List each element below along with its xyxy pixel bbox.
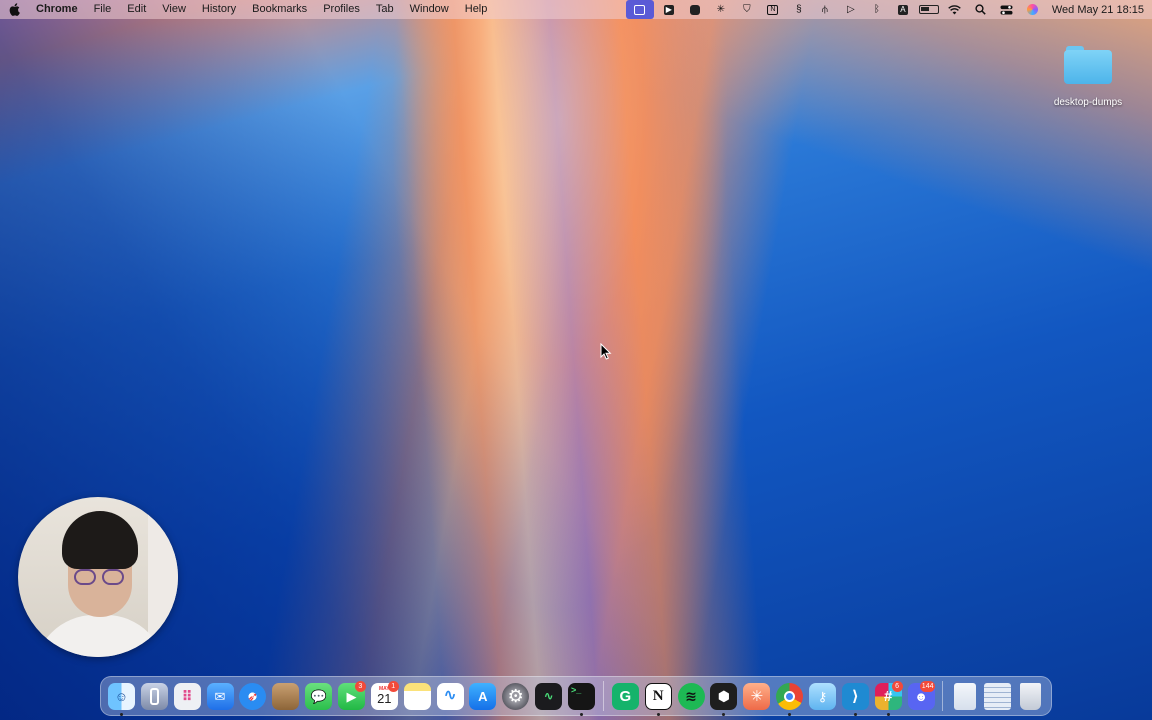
menu-edit[interactable]: Edit [119,0,154,19]
menu-file[interactable]: File [86,0,120,19]
folder-label[interactable]: desktop-dumps [1046,97,1130,108]
dock-separator [602,681,604,711]
dock-keychain[interactable]: ⚷ [806,680,839,713]
freeform-icon: ∿ [436,682,464,710]
grammarly-icon[interactable]: § [786,0,812,19]
dock: ☺ ⠿ ✉ ➶ 💬 ▶ 3 MAY 21 1 ∿ A ⚙ ∿ >_ G N ≋ … [100,676,1052,716]
facetime-badge: 3 [354,680,366,692]
dock-grammarly[interactable]: G [609,680,642,713]
mail-icon: ✉ [206,682,234,710]
folder-icon[interactable] [1064,46,1112,84]
safari-icon: ➶ [239,682,267,710]
dock-system-settings[interactable]: ⚙ [499,680,532,713]
notion-icon[interactable]: N [760,0,786,19]
gear-icon: ⚙ [502,682,530,710]
dock-discord[interactable]: ☻ 144 [905,680,938,713]
brown-app-icon [272,682,300,710]
dock-notion[interactable]: N [642,680,675,716]
menu-app-name[interactable]: Chrome [28,0,86,19]
dock-brown-app[interactable] [269,680,302,713]
vscode-icon: ⟩ [841,682,869,710]
split-icon[interactable]: ⫛ [812,0,838,19]
menu-tab[interactable]: Tab [368,0,402,19]
mouse-cursor-icon [600,343,612,360]
play-icon[interactable]: ▷ [838,0,864,19]
dock-facetime[interactable]: ▶ 3 [335,680,368,713]
menu-history[interactable]: History [194,0,244,19]
grammarly-icon: G [611,682,639,710]
spotlight-icon[interactable] [968,0,994,19]
cursor-app-icon: ⬢ [710,682,738,710]
dock-finder[interactable]: ☺ [105,680,138,716]
app-store-icon: A [469,682,497,710]
dock-perplexity[interactable]: ✳ [740,680,773,713]
menu-view[interactable]: View [154,0,194,19]
trash-icon [1020,682,1042,710]
menu-clock[interactable]: Wed May 21 18:15 [1046,4,1152,16]
battery-icon[interactable] [916,0,942,19]
chrome-icon [776,682,804,710]
slack-badge: 6 [891,680,903,692]
discord-badge: 144 [919,680,936,692]
dock-launchpad[interactable]: ⠿ [171,680,204,713]
dock-spotify[interactable]: ≋ [675,680,708,713]
perplexity-icon[interactable]: ✳ [708,0,734,19]
siri-icon[interactable] [1020,0,1046,19]
dock-trash[interactable] [1014,680,1047,713]
desktop-folder[interactable]: desktop-dumps [1046,46,1130,108]
dock-activity-monitor[interactable]: ∿ [532,680,565,713]
dock-mail[interactable]: ✉ [204,680,237,713]
dock-notes[interactable] [401,680,434,713]
downloads-stack-icon [984,682,1012,710]
dock-terminal[interactable]: >_ [565,680,598,716]
dock-slack[interactable]: # 6 [872,680,905,716]
notion-icon: N [644,682,672,710]
dock-chrome[interactable] [773,680,806,716]
keyboard-input-icon[interactable]: A [890,0,916,19]
dock-messages[interactable]: 💬 [302,680,335,713]
apple-icon[interactable] [0,0,28,19]
menu-bar: Chrome File Edit View History Bookmarks … [0,0,1152,19]
dock-safari[interactable]: ➶ [236,680,269,713]
calendar-day: 21 [377,691,392,706]
terminal-icon: >_ [567,682,595,710]
dock-iphone-mirroring[interactable] [138,680,171,713]
dock-freeform[interactable]: ∿ [434,680,467,713]
menu-help[interactable]: Help [457,0,496,19]
iphone-mirroring-icon [140,682,168,710]
dock-separator-2 [942,681,944,711]
dock-vscode[interactable]: ⟩ [839,680,872,716]
screen-record-icon[interactable] [625,0,654,19]
dock-documents[interactable] [948,680,981,713]
key-icon: ⚷ [808,682,836,710]
document-icon [953,682,976,710]
brave-icon[interactable]: ⛉ [734,0,760,19]
notes-icon [403,682,431,710]
webcam-overlay [18,497,178,657]
menu-bookmarks[interactable]: Bookmarks [244,0,315,19]
calendar-badge: 1 [387,680,399,692]
wifi-icon[interactable] [942,0,968,19]
finder-icon: ☺ [107,682,135,710]
spotify-icon: ≋ [677,682,705,710]
camera-icon[interactable] [682,0,708,19]
media-icon[interactable]: ▶ [656,0,682,19]
status-area: ▶ ✳ ⛉ N § ⫛ ▷ ᛒ A Wed May 21 18:15 [625,0,1152,19]
control-center-icon[interactable] [994,0,1020,19]
dock-cursor[interactable]: ⬢ [707,680,740,716]
input-letter: A [897,4,908,15]
perplexity-icon: ✳ [743,682,771,710]
menu-window[interactable]: Window [402,0,457,19]
dock-downloads[interactable] [981,680,1014,713]
messages-icon: 💬 [305,682,333,710]
dock-app-store[interactable]: A [466,680,499,713]
bluetooth-icon[interactable]: ᛒ [864,0,890,19]
launchpad-icon: ⠿ [173,682,201,710]
activity-monitor-icon: ∿ [535,682,563,710]
dock-calendar[interactable]: MAY 21 1 [368,680,401,713]
menu-profiles[interactable]: Profiles [315,0,368,19]
